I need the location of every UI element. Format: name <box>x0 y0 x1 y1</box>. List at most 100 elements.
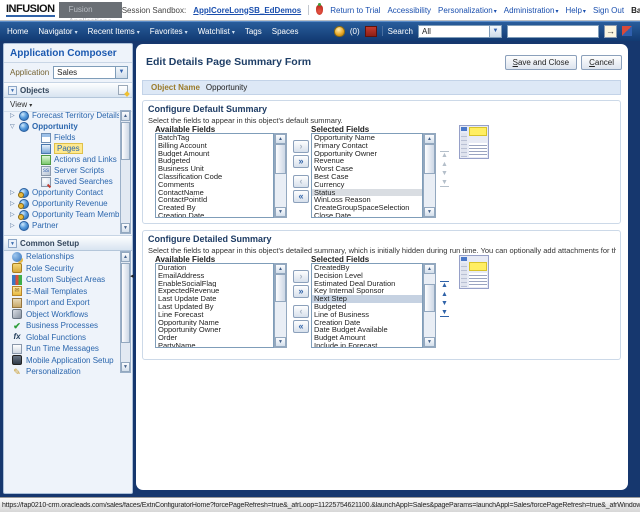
move-to-bottom-button[interactable]: ▼ <box>440 309 449 317</box>
selected-field-option[interactable]: WinLoss Reason <box>312 196 422 204</box>
tree-item[interactable]: Opportunity Revenue <box>5 198 119 209</box>
application-select[interactable]: Sales <box>53 66 128 79</box>
global-link[interactable]: Help <box>565 6 585 15</box>
scroll-down-button[interactable] <box>121 362 130 372</box>
navbar-item[interactable]: Home <box>7 27 28 36</box>
selected-field-option[interactable]: CreatedBy <box>312 264 422 272</box>
common-setup-item[interactable]: Object Workflows <box>5 309 119 321</box>
selected-field-option[interactable]: Currency <box>312 181 422 189</box>
create-object-icon[interactable] <box>118 85 128 95</box>
move-down-button[interactable]: ▼ <box>440 170 449 177</box>
available-field-option[interactable]: Comments <box>156 181 273 189</box>
move-up-button[interactable]: ▲ <box>440 291 449 298</box>
expand-toggle-icon[interactable] <box>10 123 16 130</box>
calendar-icon[interactable] <box>364 25 377 37</box>
global-link[interactable]: Administration <box>504 6 559 15</box>
tree-item[interactable]: Forecast Territory Details <box>5 110 119 121</box>
session-sandbox-link[interactable]: ApplCoreLongSB_EdDemos <box>193 6 301 15</box>
available-field-option[interactable]: Line Forecast <box>156 311 273 319</box>
tree-item[interactable]: Server Scripts <box>5 165 119 176</box>
selected-field-option[interactable]: Estimated Deal Duration <box>312 280 422 288</box>
available-field-option[interactable]: Billing Account <box>156 142 273 150</box>
current-user-name[interactable]: Bala Gupta <box>631 6 640 15</box>
collapse-icon[interactable] <box>8 238 17 248</box>
selected-field-option[interactable]: Status <box>312 188 422 197</box>
scroll-down-button[interactable] <box>121 223 130 233</box>
common-setup-item[interactable]: Import and Export <box>5 297 119 309</box>
move-right-button[interactable]: › <box>293 140 309 153</box>
move-to-top-button[interactable]: ▲ <box>440 151 449 159</box>
move-right-button[interactable]: › <box>293 270 309 283</box>
selected-fields-scrollbar[interactable] <box>423 263 436 348</box>
scroll-down-button[interactable] <box>424 337 435 347</box>
available-field-option[interactable]: Creation Date <box>156 212 273 217</box>
search-scope-select[interactable]: All <box>418 24 502 38</box>
move-up-button[interactable]: ▲ <box>440 161 449 168</box>
available-field-option[interactable]: Business Unit <box>156 165 273 173</box>
common-setup-item[interactable]: Run Time Messages <box>5 343 119 355</box>
search-input[interactable] <box>507 24 599 38</box>
scroll-thumb[interactable] <box>424 144 435 174</box>
scroll-up-button[interactable] <box>275 264 286 274</box>
global-link[interactable]: Sign Out <box>593 6 624 15</box>
selected-field-option[interactable]: Budget Amount <box>312 334 422 342</box>
notification-bell-icon[interactable] <box>333 25 345 37</box>
scroll-up-button[interactable] <box>275 134 286 144</box>
scroll-down-button[interactable] <box>275 207 286 217</box>
selected-field-option[interactable]: Worst Case <box>312 165 422 173</box>
selected-field-option[interactable]: Budgeted <box>312 303 422 311</box>
scroll-thumb[interactable] <box>424 284 435 312</box>
save-and-close-button[interactable]: Save and Close <box>504 54 578 70</box>
move-all-right-button[interactable]: » <box>293 285 309 298</box>
available-field-option[interactable]: Opportunity Name <box>156 319 273 327</box>
common-setup-item[interactable]: Role Security <box>5 263 119 275</box>
move-all-left-button[interactable]: « <box>293 320 309 333</box>
expand-toggle-icon[interactable] <box>10 211 16 218</box>
selected-field-option[interactable]: Date Budget Available <box>312 326 422 334</box>
available-field-option[interactable]: Classification Code <box>156 173 273 181</box>
selected-fields-scrollbar[interactable] <box>423 133 436 218</box>
available-field-option[interactable]: Order <box>156 334 273 342</box>
collapse-icon[interactable] <box>8 85 17 95</box>
available-fields-scrollbar[interactable] <box>274 133 287 218</box>
selected-field-option[interactable]: Close Date <box>312 212 422 217</box>
global-link[interactable]: Return to Trial <box>330 6 380 15</box>
scroll-thumb[interactable] <box>121 263 130 343</box>
expand-toggle-icon[interactable] <box>10 200 16 207</box>
selected-field-option[interactable]: Opportunity Name <box>312 134 422 142</box>
move-down-button[interactable]: ▼ <box>440 300 449 307</box>
navbar-item[interactable]: Watchlist <box>198 27 235 36</box>
available-field-option[interactable]: Budget Amount <box>156 150 273 158</box>
available-field-option[interactable]: BatchTag <box>156 134 273 142</box>
available-field-option[interactable]: Duration <box>156 264 273 272</box>
global-link[interactable]: Personalization <box>438 6 497 15</box>
navbar-item[interactable]: Favorites <box>150 27 188 36</box>
selected-field-option[interactable]: Next Step <box>312 295 422 303</box>
move-left-button[interactable]: ‹ <box>293 175 309 188</box>
scroll-down-button[interactable] <box>424 207 435 217</box>
common-setup-item[interactable]: Personalization <box>5 366 119 374</box>
expand-toggle-icon[interactable] <box>10 222 16 229</box>
common-setup-scrollbar[interactable] <box>120 251 131 373</box>
common-setup-item[interactable]: Custom Subject Areas <box>5 274 119 286</box>
selected-field-option[interactable]: Decision Level <box>312 272 422 280</box>
common-setup-item[interactable]: Business Processes <box>5 320 119 332</box>
scroll-up-button[interactable] <box>424 264 435 274</box>
available-field-option[interactable]: PartyName <box>156 342 273 347</box>
navbar-item[interactable]: Navigator <box>38 27 77 36</box>
selected-field-option[interactable]: CreateGroupSpaceSelection <box>312 204 422 212</box>
move-all-right-button[interactable]: » <box>293 155 309 168</box>
available-field-option[interactable]: EnableSocialFlag <box>156 280 273 288</box>
available-field-option[interactable]: ExpectedRevenue <box>156 287 273 295</box>
selected-field-option[interactable]: Revenue <box>312 157 422 165</box>
common-setup-item[interactable]: Global Functions <box>5 332 119 344</box>
available-field-option[interactable]: Last Updated By <box>156 303 273 311</box>
selected-field-option[interactable]: Creation Date <box>312 319 422 327</box>
common-setup-item[interactable]: Relationships <box>5 251 119 263</box>
move-all-left-button[interactable]: « <box>293 190 309 203</box>
navbar-item[interactable]: Spaces <box>272 27 299 36</box>
objects-section-header[interactable]: Objects <box>4 82 132 98</box>
expand-toggle-icon[interactable] <box>10 189 16 196</box>
tree-item[interactable]: Saved Searches <box>5 176 119 187</box>
navbar-item[interactable]: Tags <box>245 27 262 36</box>
